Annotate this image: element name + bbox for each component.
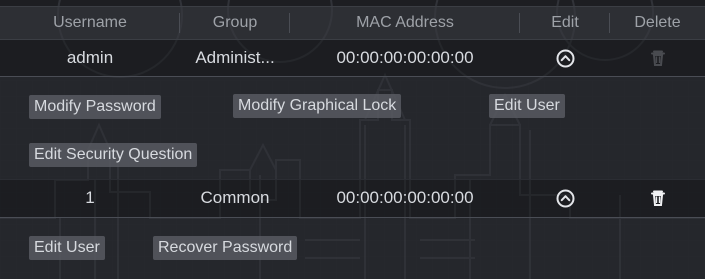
edit-cell[interactable] <box>520 40 610 76</box>
username-column-header: Username <box>0 7 180 39</box>
edit-column-header: Edit <box>520 7 610 39</box>
edit-user-button[interactable]: Edit User <box>489 94 565 118</box>
delete-cell <box>610 40 705 76</box>
edit-cell[interactable] <box>520 179 610 217</box>
chevron-up-circle-icon[interactable] <box>554 47 576 69</box>
modify-graphical-lock-button[interactable]: Modify Graphical Lock <box>233 94 402 118</box>
recover-password-button[interactable]: Recover Password <box>153 236 298 260</box>
trash-icon <box>647 47 669 69</box>
user-table: Username Group MAC Address Edit Delete a… <box>0 0 705 279</box>
table-row-admin[interactable]: admin Administ... 00:00:00:00:00:00 <box>0 40 705 76</box>
common-user-actions-panel <box>0 217 705 279</box>
chevron-up-circle-icon[interactable] <box>554 187 576 209</box>
user-management-screen: Username Group MAC Address Edit Delete a… <box>0 0 705 279</box>
mac-address-column-header: MAC Address <box>290 7 520 39</box>
table-header-row: Username Group MAC Address Edit Delete <box>0 6 705 40</box>
group-column-header: Group <box>180 7 290 39</box>
modify-password-button[interactable]: Modify Password <box>29 95 161 119</box>
username-cell: admin <box>66 48 114 67</box>
mac-address-cell: 00:00:00:00:00:00 <box>336 48 474 67</box>
group-cell: Administ... <box>195 48 275 67</box>
edit-security-question-button[interactable]: Edit Security Question <box>29 143 198 167</box>
username-cell: 1 <box>85 188 95 207</box>
edit-user-button[interactable]: Edit User <box>29 236 105 260</box>
group-cell: Common <box>200 188 270 207</box>
delete-cell[interactable] <box>610 179 705 217</box>
delete-column-header: Delete <box>634 14 681 31</box>
trash-icon[interactable] <box>647 187 669 209</box>
mac-address-cell: 00:00:00:00:00:00 <box>336 188 474 207</box>
table-row-common[interactable]: 1 Common 00:00:00:00:00:00 <box>0 179 705 217</box>
